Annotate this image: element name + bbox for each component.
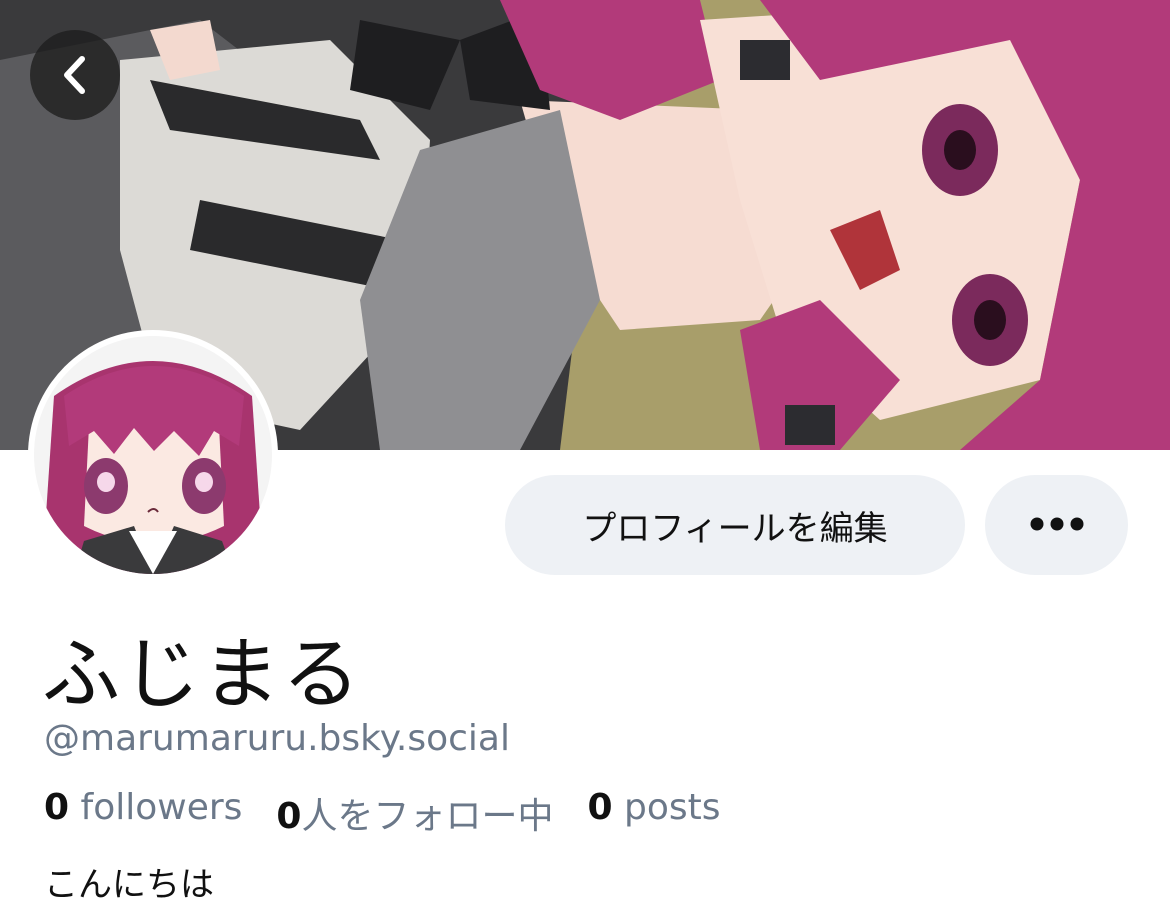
avatar-image (34, 336, 272, 574)
posts-count: 0 (587, 787, 613, 828)
followers-count: 0 (44, 787, 70, 828)
edit-profile-button[interactable]: プロフィールを編集 (505, 475, 965, 575)
following-count: 0 (276, 796, 302, 837)
profile-screen: プロフィールを編集 ふじまる @marumaruru.bsky.social 0… (0, 0, 1170, 923)
edit-profile-label: プロフィールを編集 (582, 508, 888, 549)
back-button[interactable] (30, 30, 120, 120)
followers-stat[interactable]: 0 followers (44, 787, 242, 839)
chevron-left-icon (58, 55, 92, 95)
followers-label: followers (80, 787, 243, 828)
ellipsis-icon (1030, 516, 1084, 535)
following-stat[interactable]: 0人をフォロー中 (276, 787, 553, 839)
display-name: ふじまる (42, 630, 363, 720)
posts-label: posts (624, 787, 721, 828)
bio: こんにちは (44, 865, 214, 905)
avatar[interactable] (28, 330, 278, 580)
following-label: 人をフォロー中 (301, 796, 554, 837)
posts-stat: 0 posts (587, 787, 720, 839)
more-options-button[interactable] (985, 475, 1128, 575)
profile-stats: 0 followers 0人をフォロー中 0 posts (44, 787, 721, 839)
handle: @marumaruru.bsky.social (44, 718, 510, 759)
